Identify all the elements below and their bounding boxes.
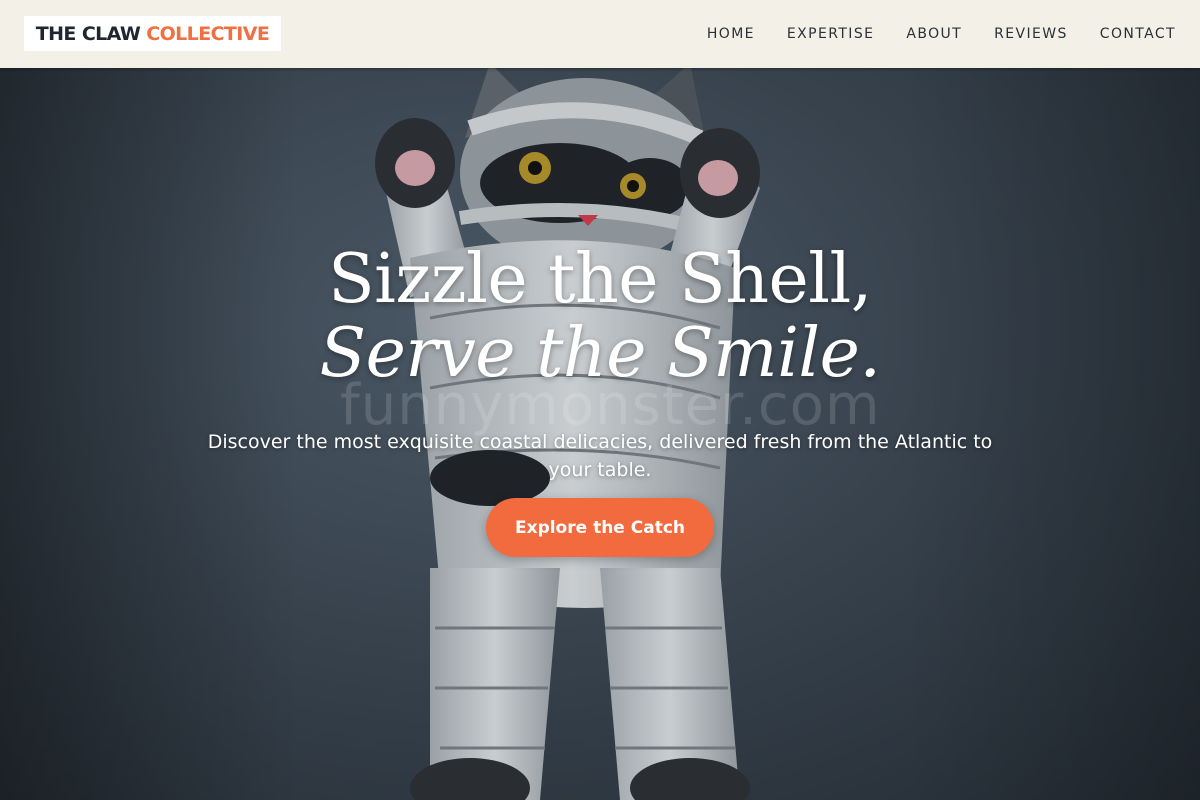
nav-item-contact[interactable]: CONTACT: [1100, 26, 1176, 42]
hero-subtitle: Discover the most exquisite coastal deli…: [207, 431, 993, 481]
nav-item-home[interactable]: HOME: [707, 26, 755, 42]
nav-item-reviews[interactable]: REVIEWS: [994, 26, 1068, 42]
hero-section: funnymonster.com Sizzle the Shell, Serve…: [0, 68, 1200, 800]
explore-catch-button[interactable]: Explore the Catch: [486, 498, 714, 557]
site-header: THE CLAW COLLECTIVE HOME EXPERTISE ABOUT…: [0, 0, 1200, 68]
nav-item-about[interactable]: ABOUT: [906, 26, 962, 42]
nav-item-expertise[interactable]: EXPERTISE: [787, 26, 874, 42]
brand-logo[interactable]: THE CLAW COLLECTIVE: [24, 16, 281, 51]
hero-headline-line2: Serve the Smile.: [319, 314, 881, 393]
hero-headline-line1: Sizzle the Shell,: [328, 240, 872, 319]
brand-name-part1: THE CLAW: [35, 22, 141, 45]
main-nav: HOME EXPERTISE ABOUT REVIEWS CONTACT: [707, 0, 1176, 68]
brand-name-part2: COLLECTIVE: [146, 22, 270, 45]
